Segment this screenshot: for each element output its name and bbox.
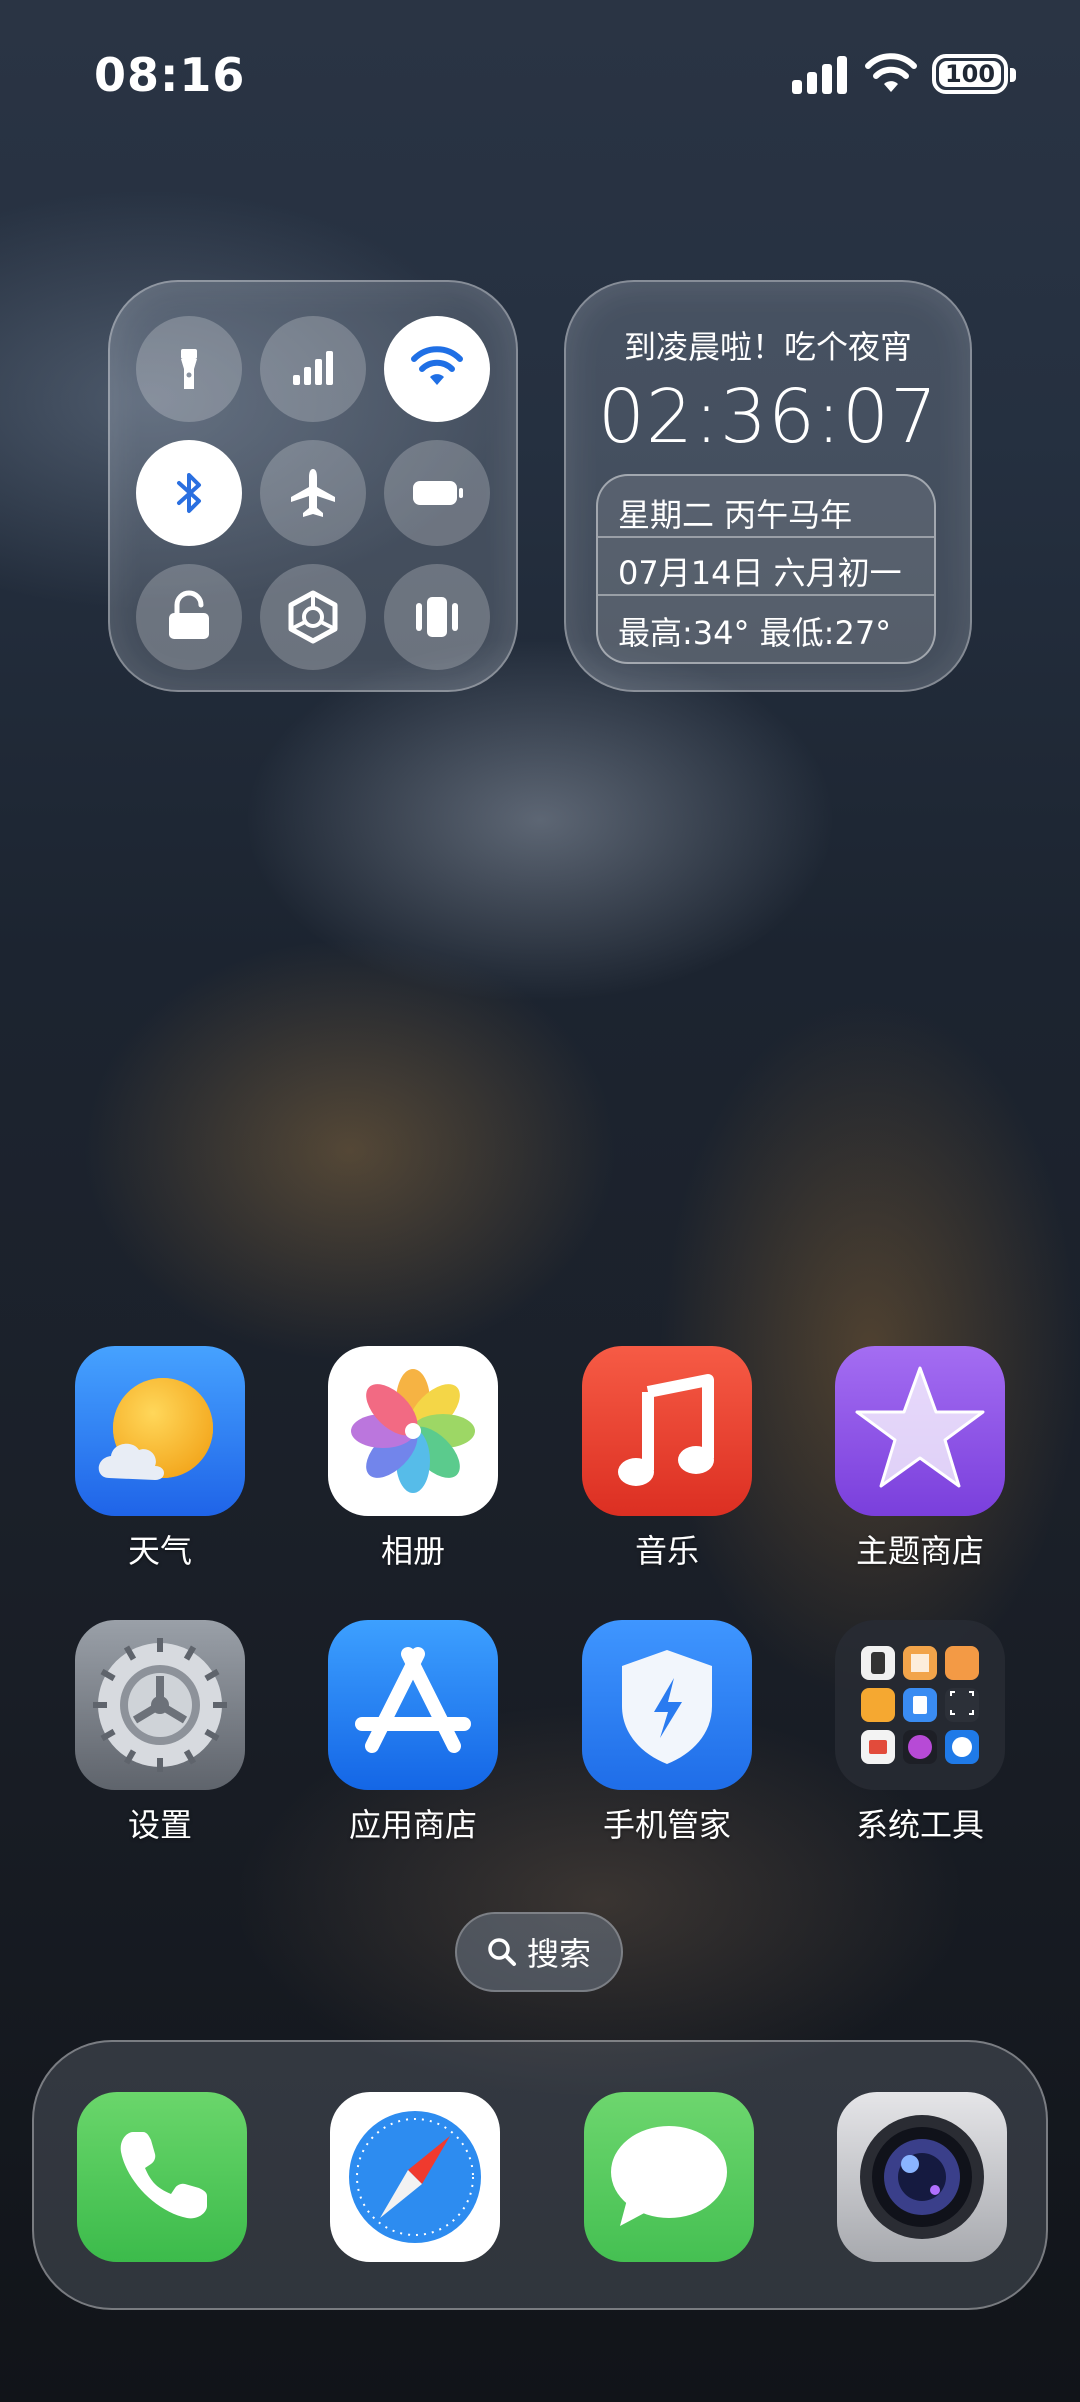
dock	[32, 2040, 1048, 2310]
phone-icon	[77, 2092, 247, 2262]
messages-icon	[584, 2092, 754, 2262]
wifi-toggle-icon[interactable]	[384, 316, 490, 422]
bluetooth-icon[interactable]	[136, 440, 242, 546]
battery-saver-icon[interactable]	[384, 440, 490, 546]
clock-greeting: 到凌晨啦！吃个夜宵	[623, 328, 912, 366]
app-label: 应用商店	[348, 1806, 477, 1844]
search-icon	[488, 1938, 516, 1966]
app-label: 音乐	[634, 1532, 699, 1570]
clock-widget[interactable]: 到凌晨啦！吃个夜宵 02:36:07 星期二 丙午马年 07月14日 六月初一 …	[564, 280, 972, 692]
browser-icon	[330, 2092, 500, 2262]
flashlight-icon[interactable]	[136, 316, 242, 422]
app-music[interactable]: 音乐	[582, 1346, 752, 1572]
search-label: 搜索	[526, 1935, 591, 1973]
status-bar: 08:16 100	[0, 0, 1080, 150]
dock-camera[interactable]	[837, 2092, 1007, 2262]
app-photos[interactable]: 相册	[328, 1346, 498, 1572]
app-phone-manager[interactable]: 手机管家	[582, 1620, 752, 1846]
hotspot-icon[interactable]	[260, 564, 366, 670]
dock-phone[interactable]	[77, 2092, 247, 2262]
vibrate-icon[interactable]	[384, 564, 490, 670]
app-label: 系统工具	[855, 1806, 984, 1844]
status-time: 08:16	[94, 48, 246, 102]
app-app-store[interactable]: 应用商店	[328, 1620, 498, 1846]
rotation-lock-icon[interactable]	[136, 564, 242, 670]
cellular-icon[interactable]	[260, 316, 366, 422]
airplane-icon[interactable]	[260, 440, 366, 546]
theme-store-icon	[835, 1346, 1005, 1516]
app-weather[interactable]: 天气	[75, 1346, 245, 1572]
battery-icon: 100	[932, 54, 1016, 94]
wifi-icon	[865, 53, 917, 92]
clock-time: 02:36:07	[597, 374, 939, 460]
music-icon	[582, 1346, 752, 1516]
temperature-text: 最高:34° 最低:27°	[618, 614, 892, 652]
phone-manager-icon	[582, 1620, 752, 1790]
date-info-box: 星期二 丙午马年 07月14日 六月初一 最高:34° 最低:27°	[596, 474, 936, 664]
app-store-icon	[328, 1620, 498, 1790]
system-tools-folder-icon	[835, 1620, 1005, 1790]
app-label: 主题商店	[855, 1532, 984, 1570]
weather-icon	[75, 1346, 245, 1516]
photos-icon	[328, 1346, 498, 1516]
app-system-tools[interactable]: 系统工具	[835, 1620, 1005, 1846]
app-label: 天气	[127, 1532, 192, 1570]
app-label: 设置	[127, 1806, 192, 1844]
app-label: 相册	[380, 1532, 445, 1570]
battery-level: 100	[939, 60, 1001, 88]
app-label: 手机管家	[602, 1806, 731, 1844]
settings-icon	[75, 1620, 245, 1790]
date-text: 07月14日 六月初一	[618, 554, 902, 592]
weekday-text: 星期二 丙午马年	[618, 496, 853, 534]
signal-icon	[792, 56, 848, 94]
app-theme-store[interactable]: 主题商店	[835, 1346, 1005, 1572]
app-settings[interactable]: 设置	[75, 1620, 245, 1846]
control-center-widget[interactable]	[108, 280, 518, 692]
dock-messages[interactable]	[584, 2092, 754, 2262]
search-button[interactable]: 搜索	[455, 1912, 623, 1992]
dock-browser[interactable]	[330, 2092, 500, 2262]
camera-icon	[837, 2092, 1007, 2262]
